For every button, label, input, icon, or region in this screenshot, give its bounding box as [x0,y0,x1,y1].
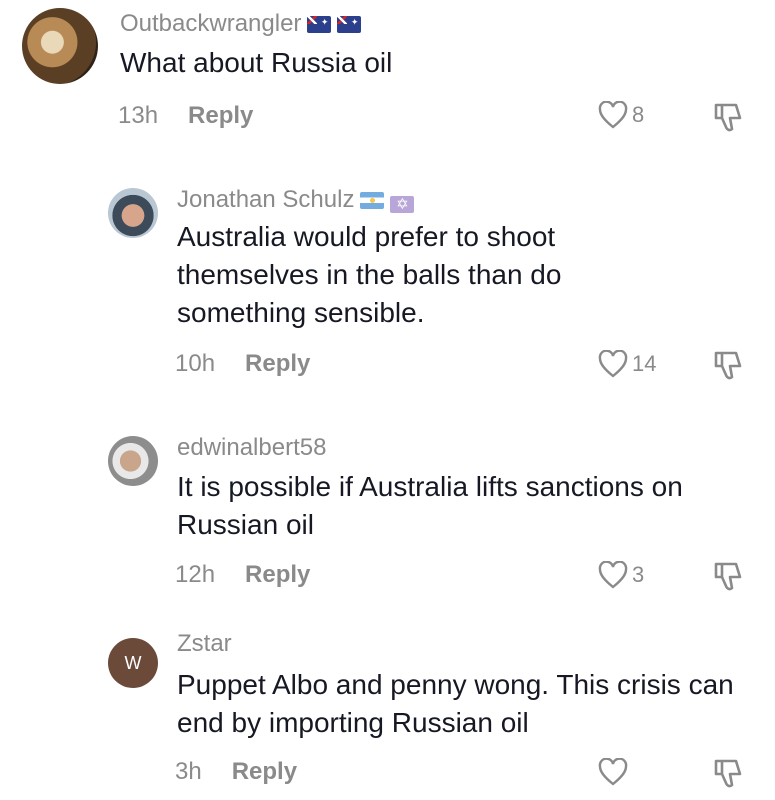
thumbs-down-icon[interactable] [712,348,746,382]
comment-username[interactable]: edwinalbert58 [177,434,326,462]
australia-flag-icon [337,16,362,33]
reply-button[interactable]: Reply [188,102,253,129]
heart-outline-icon [598,758,628,786]
username-text[interactable]: Outbackwrangler [120,10,301,37]
avatar[interactable] [22,8,98,84]
avatar[interactable] [108,436,158,486]
comment-meta: 3h Reply [175,758,297,786]
comment-text: Australia would prefer to shoot themselv… [177,221,562,328]
comment-text: What about Russia oil [120,47,393,78]
comment-text: Puppet Albo and penny wong. This crisis … [177,669,734,738]
username-text[interactable]: Jonathan Schulz [177,186,354,213]
comment-meta: 13h Reply [118,102,253,130]
username-text[interactable]: edwinalbert58 [177,434,326,461]
avatar[interactable] [108,188,158,238]
comment-username[interactable]: Zstar [177,630,232,658]
australia-flag-icon [307,16,332,33]
thumbs-down-icon[interactable] [712,756,746,790]
like-count: 3 [632,562,645,587]
like-count: 8 [632,102,645,127]
heart-outline-icon [598,101,628,129]
star-of-david-icon: ✡ [390,196,415,213]
comment-time: 10h [175,350,216,377]
like-count: 14 [632,351,657,376]
comment: edwinalbert58 It is possible if Australi… [0,430,775,600]
heart-outline-icon [598,350,628,378]
comment-username[interactable]: Outbackwrangler [120,10,362,38]
comment: Jonathan Schulz ✡ Australia would prefer … [0,180,775,390]
comment-username[interactable]: Jonathan Schulz ✡ [177,186,415,214]
comment-meta: 10h Reply [175,350,310,378]
thumbs-down-icon[interactable] [712,559,746,593]
comment: W Zstar Puppet Albo and penny wong. This… [0,630,775,800]
reply-button[interactable]: Reply [245,561,310,588]
comment-time: 12h [175,561,216,588]
thumbs-down-icon[interactable] [712,100,746,134]
like-button[interactable]: 8 [598,101,644,129]
like-button[interactable]: 3 [598,561,644,589]
avatar[interactable]: W [108,638,158,688]
comment-time: 13h [118,102,159,129]
heart-outline-icon [598,561,628,589]
like-button[interactable]: 14 [598,350,656,378]
comment-meta: 12h Reply [175,561,310,589]
reply-button[interactable]: Reply [245,350,310,377]
reply-button[interactable]: Reply [232,758,297,785]
comment-text: It is possible if Australia lifts sancti… [177,471,683,540]
username-text[interactable]: Zstar [177,630,232,657]
argentina-flag-icon [360,192,385,209]
comment-time: 3h [175,758,202,785]
like-button[interactable] [598,758,632,786]
comment: Outbackwrangler What about Russia oil 13… [0,0,775,150]
